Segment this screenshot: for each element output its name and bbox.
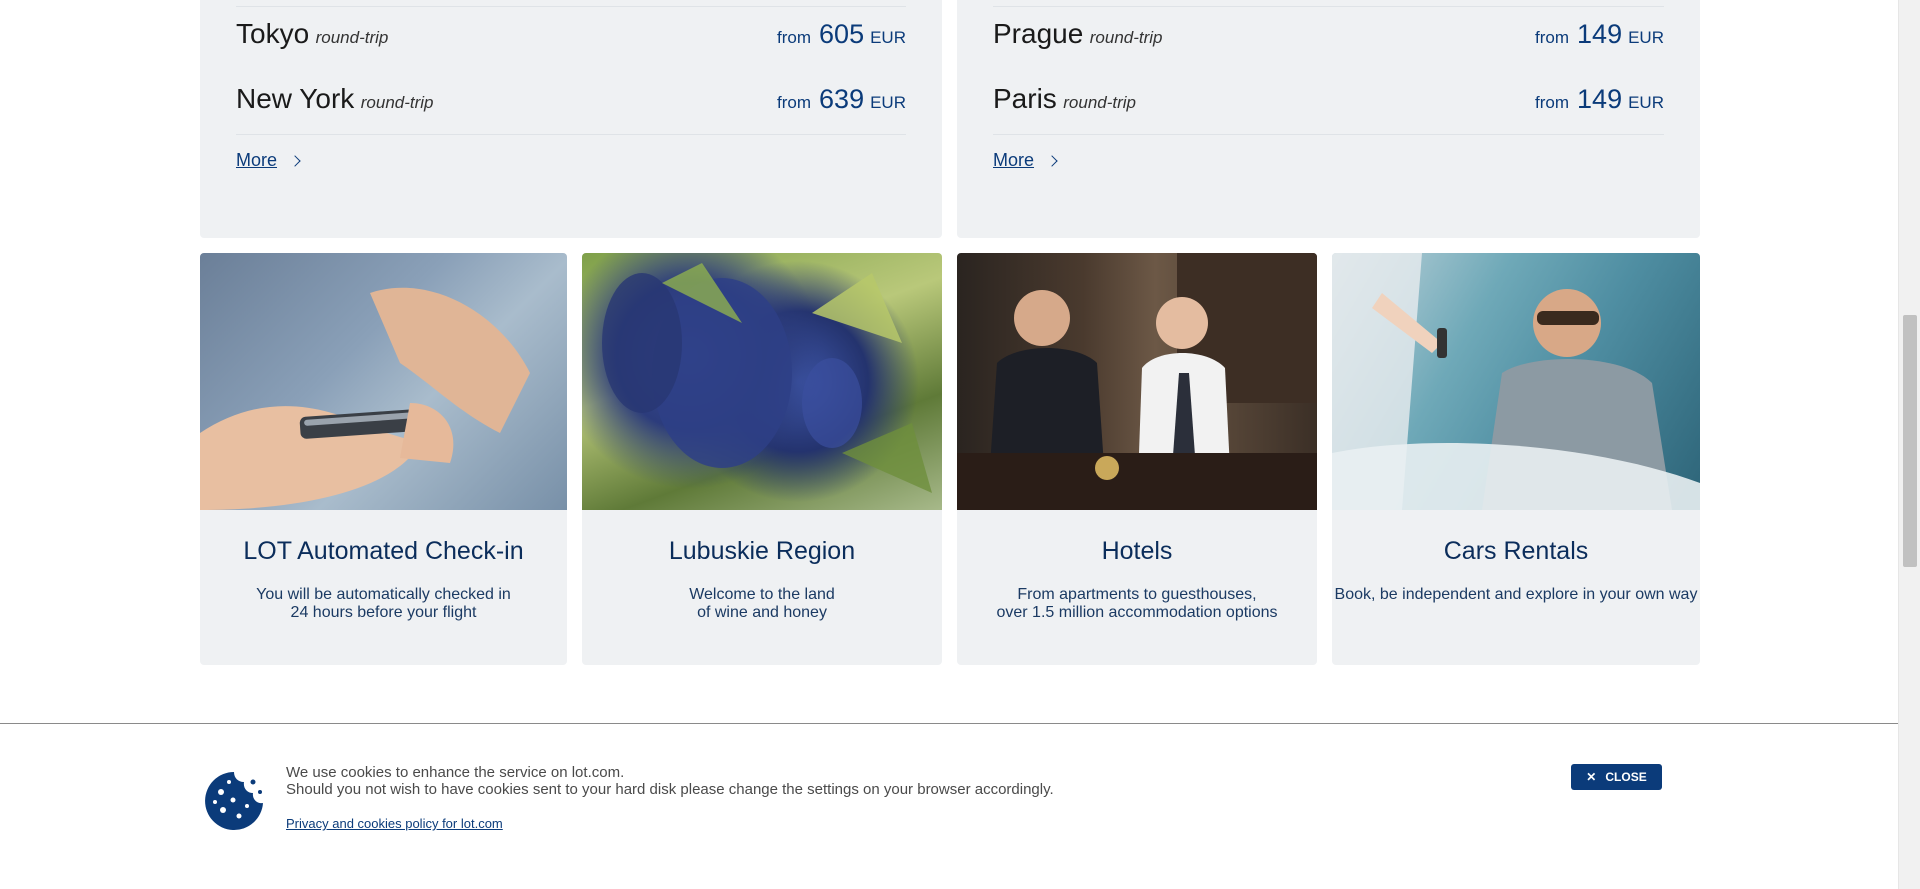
price-prefix: from: [777, 92, 812, 112]
card-automated-checkin[interactable]: LOT Automated Check-in You will be autom…: [200, 253, 567, 665]
grapes-illustration: [602, 263, 932, 493]
price-prefix: from: [1535, 27, 1570, 47]
price-currency: EUR: [870, 92, 906, 112]
route-row[interactable]: New York round-trip from 639 EUR: [236, 72, 906, 135]
close-label: CLOSE: [1605, 770, 1647, 784]
card-description: Book, be independent and explore in your…: [1334, 586, 1698, 603]
city-name: New York: [236, 83, 355, 114]
price-panel-right: Prague round-trip from 149 EUR Paris rou…: [957, 0, 1700, 238]
card-lubuskie-region[interactable]: Lubuskie Region Welcome to the land of w…: [582, 253, 942, 665]
cookie-banner: We use cookies to enhance the service on…: [0, 723, 1898, 889]
route-destination: Prague round-trip: [993, 18, 1163, 50]
trip-type: round-trip: [1089, 28, 1163, 47]
route-destination: New York round-trip: [236, 83, 434, 115]
trip-type: round-trip: [315, 28, 389, 47]
cookie-message-line: We use cookies to enhance the service on…: [286, 764, 625, 781]
scrollbar-thumb[interactable]: [1903, 315, 1917, 567]
card-title: Cars Rentals: [1443, 537, 1589, 565]
trip-type: round-trip: [1063, 93, 1137, 112]
more-link[interactable]: More: [236, 150, 301, 171]
city-name: Paris: [993, 83, 1057, 114]
card-description: You will be automatically checked in 24 …: [256, 586, 511, 621]
price-amount: 149: [1577, 83, 1623, 114]
route-price: from 149 EUR: [1535, 19, 1664, 50]
price-currency: EUR: [1628, 27, 1664, 47]
route-destination: Paris round-trip: [993, 83, 1136, 115]
smartphone-illustration: [200, 287, 530, 510]
price-amount: 639: [819, 83, 865, 114]
price-panel-left: Tokyo round-trip from 605 EUR New York r…: [200, 0, 942, 238]
price-amount: 605: [819, 18, 865, 49]
price-currency: EUR: [1628, 92, 1664, 112]
close-cookie-button[interactable]: ✕ CLOSE: [1571, 764, 1662, 790]
price-amount: 149: [1577, 18, 1623, 49]
cookie-message-line: Should you not wish to have cookies sent…: [286, 781, 1054, 798]
card-title: Hotels: [1101, 537, 1173, 565]
card-hotels[interactable]: Hotels From apartments to guesthouses, o…: [957, 253, 1317, 665]
price-currency: EUR: [870, 27, 906, 47]
trip-type: round-trip: [360, 93, 434, 112]
car-illustration: [1332, 253, 1700, 510]
route-row[interactable]: Prague round-trip from 149 EUR: [993, 8, 1664, 60]
more-link[interactable]: More: [993, 150, 1058, 171]
grapes-vineyard-photo: [582, 253, 942, 510]
more-link-label: More: [236, 150, 278, 170]
scrollbar[interactable]: [1898, 0, 1920, 889]
cookie-icon: [205, 772, 263, 830]
cookie-message: We use cookies to enhance the service on…: [286, 764, 1054, 798]
chevron-right-icon: [1046, 154, 1058, 167]
card-description: Welcome to the land of wine and honey: [689, 586, 835, 621]
route-row[interactable]: Tokyo round-trip from 605 EUR: [236, 8, 906, 60]
divider: [993, 6, 1664, 7]
smartphone-hands-photo: [200, 253, 567, 510]
route-price: from 639 EUR: [777, 84, 906, 115]
chevron-right-icon: [289, 154, 301, 167]
card-car-rentals[interactable]: Cars Rentals Book, be independent and ex…: [1332, 253, 1700, 665]
car-keys-photo: [1332, 253, 1700, 510]
price-prefix: from: [777, 27, 812, 47]
route-price: from 605 EUR: [777, 19, 906, 50]
card-description: From apartments to guesthouses, over 1.5…: [996, 586, 1278, 621]
route-destination: Tokyo round-trip: [236, 18, 388, 50]
route-price: from 149 EUR: [1535, 84, 1664, 115]
close-icon: ✕: [1586, 770, 1597, 784]
hotel-illustration: [957, 253, 1317, 510]
page: Tokyo round-trip from 605 EUR New York r…: [0, 0, 1898, 889]
city-name: Prague: [993, 18, 1084, 49]
more-link-label: More: [993, 150, 1035, 170]
card-title: LOT Automated Check-in: [243, 537, 524, 565]
card-title: Lubuskie Region: [668, 537, 856, 565]
hotel-reception-photo: [957, 253, 1317, 510]
privacy-policy-link[interactable]: Privacy and cookies policy for lot.com: [286, 816, 503, 831]
divider: [236, 6, 906, 7]
city-name: Tokyo: [236, 18, 310, 49]
price-prefix: from: [1535, 92, 1570, 112]
route-row[interactable]: Paris round-trip from 149 EUR: [993, 72, 1664, 135]
